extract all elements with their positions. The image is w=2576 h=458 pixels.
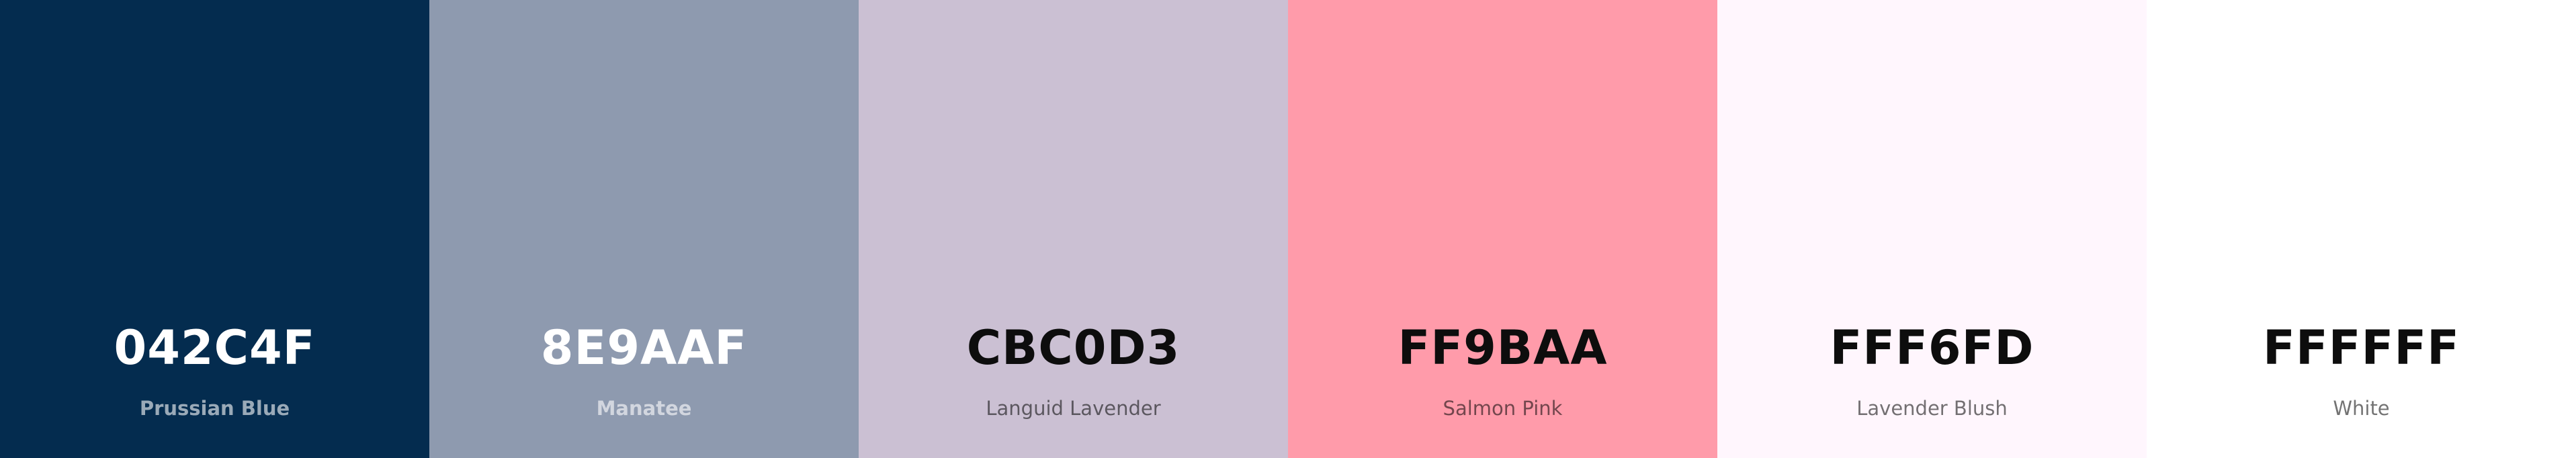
swatch-lavender-blush[interactable]: FFF6FD Lavender Blush	[1717, 0, 2147, 458]
swatch-hex-code: CBC0D3	[966, 320, 1180, 375]
swatch-hex-code: 042C4F	[114, 320, 316, 375]
swatch-color-name: Languid Lavender	[986, 397, 1161, 420]
swatch-hex-code: FFF6FD	[1830, 320, 2034, 375]
swatch-manatee[interactable]: 8E9AAF Manatee	[429, 0, 859, 458]
swatch-color-name: White	[2333, 397, 2390, 420]
swatch-color-name: Salmon Pink	[1443, 397, 1563, 420]
swatch-languid-lavender[interactable]: CBC0D3 Languid Lavender	[859, 0, 1288, 458]
swatch-color-name: Lavender Blush	[1856, 397, 2008, 420]
swatch-hex-code: FF9BAA	[1398, 320, 1608, 375]
swatch-color-name: Prussian Blue	[139, 397, 290, 420]
swatch-prussian-blue[interactable]: 042C4F Prussian Blue	[0, 0, 429, 458]
color-palette: 042C4F Prussian Blue 8E9AAF Manatee CBC0…	[0, 0, 2576, 458]
swatch-hex-code: FFFFFF	[2263, 320, 2460, 375]
swatch-color-name: Manatee	[596, 397, 692, 420]
swatch-hex-code: 8E9AAF	[540, 320, 748, 375]
swatch-white[interactable]: FFFFFF White	[2147, 0, 2576, 458]
swatch-salmon-pink[interactable]: FF9BAA Salmon Pink	[1288, 0, 1717, 458]
